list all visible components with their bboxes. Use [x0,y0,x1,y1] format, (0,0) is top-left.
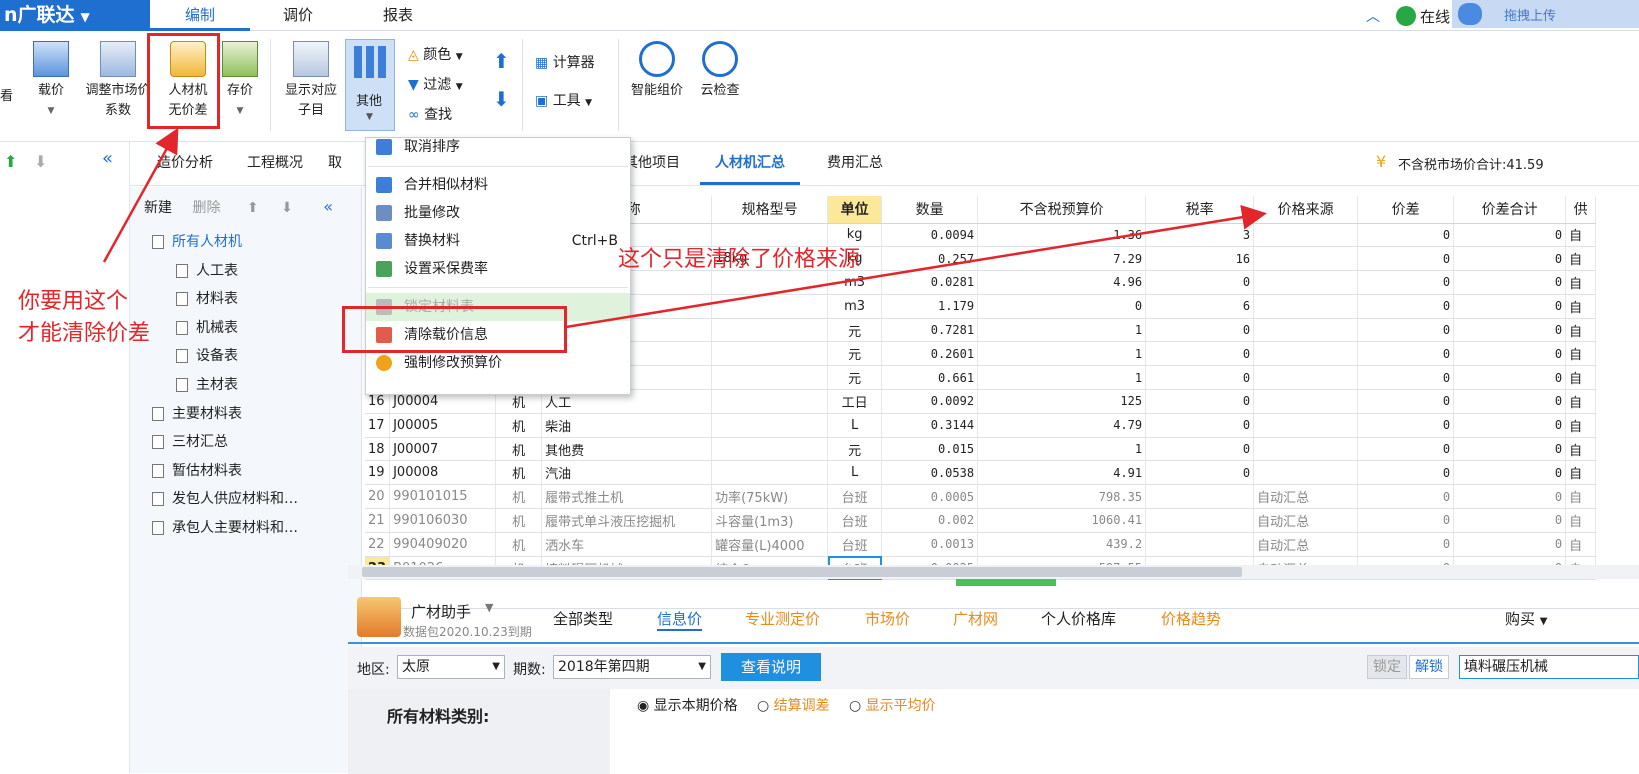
annotation-left-line1: 你要用这个 [18,289,129,314]
annotation-left-line2: 才能清除价差 [18,321,151,346]
highlight-box-no-diff [147,33,220,129]
highlight-box-clear-price [342,306,567,353]
annotation-arrows [102,127,1267,329]
annotation-middle: 这个只是清除了价格来源 [618,247,861,272]
arrow-to-no-diff [102,127,179,263]
